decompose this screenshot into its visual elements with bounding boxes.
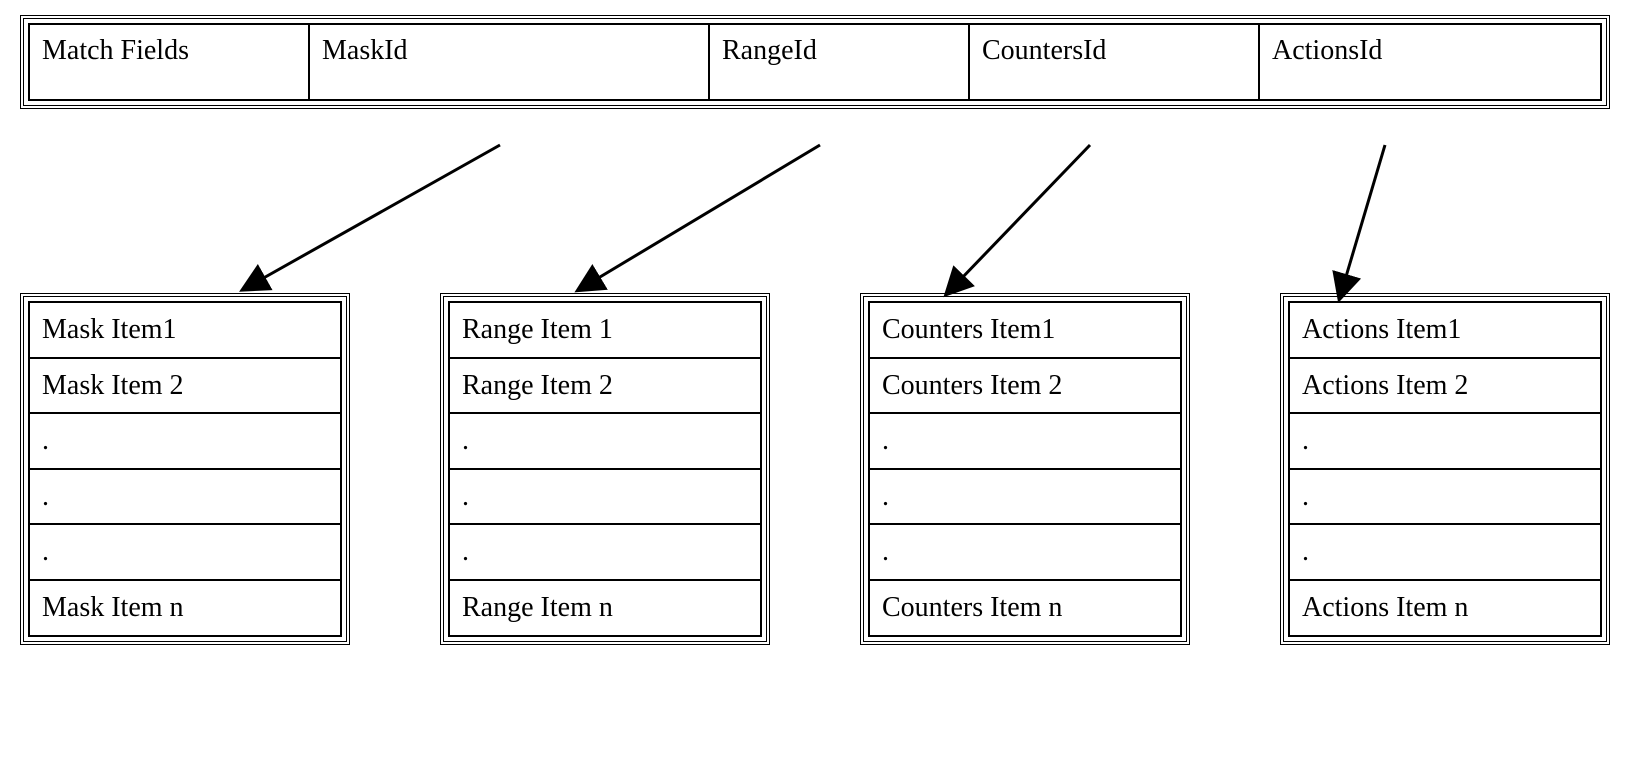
mask-item: .: [28, 414, 342, 470]
actions-table: Actions Item1Actions Item 2...Actions It…: [1280, 293, 1610, 645]
mask-item: Mask Item 2: [28, 359, 342, 415]
tables-container: Mask Item1Mask Item 2...Mask Item nRange…: [20, 293, 1610, 645]
mask-item: Mask Item1: [28, 301, 342, 359]
arrow-countersid: [960, 145, 1090, 280]
counters-table: Counters Item1Counters Item 2...Counters…: [860, 293, 1190, 645]
arrow-rangeid: [595, 145, 820, 280]
actions-item: Actions Item n: [1288, 581, 1602, 637]
mask-item: .: [28, 525, 342, 581]
range-item: .: [448, 525, 762, 581]
header-cell-match-fields: Match Fields: [28, 23, 308, 101]
actions-item: Actions Item1: [1288, 301, 1602, 359]
actions-item: .: [1288, 414, 1602, 470]
counters-item: Counters Item n: [868, 581, 1182, 637]
header-cell-countersid: CountersId: [968, 23, 1258, 101]
actions-item: Actions Item 2: [1288, 359, 1602, 415]
counters-item: .: [868, 414, 1182, 470]
counters-item: .: [868, 470, 1182, 526]
mask-table: Mask Item1Mask Item 2...Mask Item n: [20, 293, 350, 645]
range-item: Range Item 2: [448, 359, 762, 415]
mask-item: .: [28, 470, 342, 526]
header-cell-maskid: MaskId: [308, 23, 708, 101]
actions-item: .: [1288, 525, 1602, 581]
arrow-maskid: [260, 145, 500, 280]
counters-item: Counters Item 2: [868, 359, 1182, 415]
counters-item: .: [868, 525, 1182, 581]
range-item: Range Item 1: [448, 301, 762, 359]
range-table: Range Item 1Range Item 2...Range Item n: [440, 293, 770, 645]
range-item: Range Item n: [448, 581, 762, 637]
range-item: .: [448, 470, 762, 526]
range-item: .: [448, 414, 762, 470]
actions-item: .: [1288, 470, 1602, 526]
header-cell-actionsid: ActionsId: [1258, 23, 1602, 101]
mask-item: Mask Item n: [28, 581, 342, 637]
header-row: Match FieldsMaskIdRangeIdCountersIdActio…: [28, 23, 1602, 101]
counters-item: Counters Item1: [868, 301, 1182, 359]
arrow-actionsid: [1345, 145, 1385, 280]
header-cell-rangeid: RangeId: [708, 23, 968, 101]
header-record: Match FieldsMaskIdRangeIdCountersIdActio…: [20, 15, 1610, 109]
